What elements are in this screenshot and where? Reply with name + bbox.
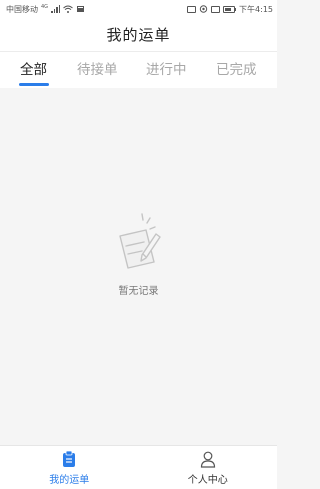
battery-icon bbox=[222, 5, 237, 13]
page-title: 我的运单 bbox=[106, 26, 171, 44]
signal-icon bbox=[51, 5, 61, 13]
status-left: 中国移动 4G bbox=[6, 4, 85, 15]
wifi-icon bbox=[63, 5, 73, 13]
nav-label-my-waybill: 我的运单 bbox=[49, 474, 90, 486]
empty-state: 暂无记录 bbox=[0, 210, 277, 297]
tab-completed[interactable]: 已完成 bbox=[216, 60, 257, 88]
status-right: 下午4:15 bbox=[186, 4, 273, 15]
vibrate-icon bbox=[199, 5, 207, 13]
tab-pending[interactable]: 待接单 bbox=[77, 60, 118, 88]
empty-record-icon bbox=[118, 213, 161, 269]
data-icon bbox=[210, 5, 220, 13]
clock: 下午4:15 bbox=[239, 4, 273, 14]
sim-icon bbox=[186, 5, 196, 13]
network-label: 4G bbox=[41, 3, 49, 10]
carrier-label: 中国移动 bbox=[6, 4, 38, 14]
notification-icon bbox=[77, 6, 85, 12]
tab-in-progress[interactable]: 进行中 bbox=[146, 60, 187, 88]
nav-bar: 我的运单 bbox=[0, 18, 277, 52]
nav-item-profile[interactable]: 个人中心 bbox=[139, 446, 278, 489]
user-icon bbox=[200, 451, 215, 468]
status-bar: 中国移动 4G 下午4:15 bbox=[0, 0, 277, 18]
nav-item-my-waybill[interactable]: 我的运单 bbox=[0, 446, 139, 489]
nav-label-profile: 个人中心 bbox=[187, 474, 228, 486]
waybill-icon bbox=[63, 450, 76, 467]
tab-indicator bbox=[19, 83, 49, 86]
bottom-nav: 我的运单 个人中心 bbox=[0, 445, 277, 489]
empty-state-text: 暂无记录 bbox=[118, 286, 159, 297]
